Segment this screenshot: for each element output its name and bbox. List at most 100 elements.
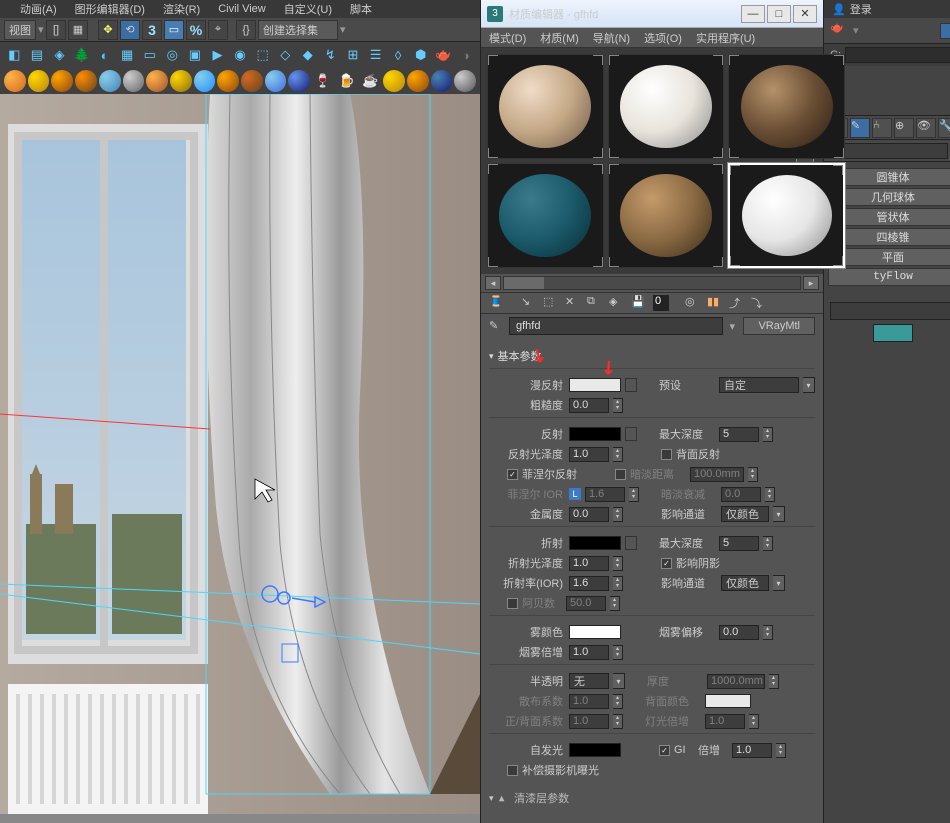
coffee-icon[interactable]: ☕ (360, 70, 382, 92)
menu-customize[interactable]: 自定义(U) (284, 1, 332, 17)
shelf-icon[interactable]: ▦ (117, 44, 138, 66)
shelf-icon[interactable]: ◐ (94, 44, 115, 66)
menu-graphics-editor[interactable]: 图形编辑器(D) (75, 1, 145, 17)
roughness-spinner[interactable]: 0.0 (569, 398, 609, 413)
spinner-arrows[interactable]: ▴▾ (613, 447, 623, 462)
self-illum-mult-spinner[interactable]: 1.0 (732, 743, 772, 758)
display-tab-icon[interactable]: 👁 (916, 118, 936, 138)
menu-mode[interactable]: 模式(D) (489, 30, 526, 46)
tool-grid-icon[interactable]: ▦ (68, 20, 88, 40)
shelf-icon[interactable]: ☰ (365, 44, 386, 66)
object-type-button[interactable]: 几何球体 (828, 188, 950, 206)
menu-civil-view[interactable]: Civil View (218, 3, 265, 15)
menu-animation[interactable]: 动画(A) (20, 1, 57, 17)
refract-map-slot[interactable] (625, 536, 637, 550)
put-to-lib-icon[interactable]: 💾 (631, 295, 647, 311)
shelf-icon[interactable]: ▭ (139, 44, 160, 66)
snap-tool-icon[interactable]: ⌖ (208, 20, 228, 40)
scroll-track[interactable] (503, 276, 801, 290)
diffuse-map-slot[interactable] (625, 378, 637, 392)
affect-channel-dropdown[interactable]: 仅颜色 (721, 506, 769, 522)
self-illum-swatch[interactable] (569, 743, 621, 757)
spinner-arrows[interactable]: ▴▾ (613, 507, 623, 522)
object-type-button[interactable]: 四棱锥 (828, 228, 950, 246)
dropdown-arrow-icon[interactable]: ▾ (803, 377, 815, 393)
orb-icon[interactable] (194, 70, 216, 92)
object-type-button[interactable]: 圆锥体 (828, 168, 950, 186)
object-type-button[interactable]: tyFlow (828, 268, 950, 286)
select-tool-icon[interactable]: ▭ (164, 20, 184, 40)
maxdepth-spinner[interactable]: 5 (719, 427, 759, 442)
material-slot-4[interactable] (487, 163, 604, 268)
translucency-dropdown[interactable]: 无 (569, 673, 609, 689)
wine-icon[interactable]: 🍷 (312, 70, 334, 92)
material-type-button[interactable]: VRayMtl (743, 317, 815, 335)
spinner-arrows[interactable]: ▴▾ (613, 398, 623, 413)
orb-icon[interactable] (431, 70, 453, 92)
orb-icon[interactable] (4, 70, 26, 92)
spinner-arrows[interactable]: ▴▾ (763, 427, 773, 442)
go-forward-icon[interactable]: ⤵ (751, 295, 767, 311)
show-end-result-icon[interactable]: ▮▮ (707, 295, 723, 311)
mat-id-icon[interactable]: 0 (653, 295, 669, 311)
eyedropper-icon[interactable]: ✎ (489, 319, 503, 333)
material-slot-3[interactable] (728, 54, 845, 159)
orb-icon[interactable] (75, 70, 97, 92)
scroll-left-icon[interactable]: ◂ (485, 276, 501, 290)
compensate-checkbox[interactable] (507, 765, 518, 776)
percent-tool-icon[interactable]: % (186, 20, 206, 40)
reflect-map-slot[interactable] (625, 427, 637, 441)
fog-color-swatch[interactable] (569, 625, 621, 639)
preset-dropdown[interactable]: 自定 (719, 377, 799, 393)
fresnel-checkbox[interactable]: ✓ (507, 469, 518, 480)
orb-icon[interactable] (170, 70, 192, 92)
material-editor-titlebar[interactable]: 3 材质编辑器 - gfhfd — □ ✕ (481, 0, 823, 28)
orb-icon[interactable] (99, 70, 121, 92)
backface-reflect-checkbox[interactable] (661, 449, 672, 460)
section-coat[interactable]: ▸ 清漆层参数 (489, 790, 815, 806)
material-slot-1[interactable] (487, 54, 604, 159)
rotate-tool-icon[interactable]: ⟲ (120, 20, 140, 40)
menu-navigation[interactable]: 导航(N) (593, 30, 630, 46)
shelf-icon[interactable]: ◉ (230, 44, 251, 66)
shelf-icon[interactable]: ◈ (49, 44, 70, 66)
orb-icon[interactable] (28, 70, 50, 92)
close-button[interactable]: ✕ (793, 5, 817, 23)
shelf-icon[interactable]: ⊞ (343, 44, 364, 66)
shelf-icon[interactable]: ◎ (162, 44, 183, 66)
shelf-teapot-icon[interactable]: 🫖 (433, 44, 454, 66)
make-copy-icon[interactable]: ⧉ (587, 295, 603, 311)
affect-shadows-checkbox[interactable]: ✓ (661, 558, 672, 569)
make-unique-icon[interactable]: ◈ (609, 295, 625, 311)
shelf-icon[interactable]: ◊ (388, 44, 409, 66)
menu-material[interactable]: 材质(M) (540, 30, 579, 46)
viewport[interactable] (0, 94, 480, 823)
go-parent-icon[interactable]: ⤴ (729, 295, 745, 311)
modify-tab-icon[interactable]: ✎ (850, 118, 870, 138)
teapot-render-icon[interactable]: 🫖 (830, 21, 850, 41)
spinner-arrows[interactable]: ▴▾ (763, 625, 773, 640)
orb-icon[interactable] (146, 70, 168, 92)
category-dropdown[interactable] (830, 143, 948, 159)
shelf-icon[interactable]: ⬢ (410, 44, 431, 66)
refract-color-swatch[interactable] (569, 536, 621, 550)
diffuse-color-swatch[interactable] (569, 378, 621, 392)
shelf-icon[interactable]: ◇ (275, 44, 296, 66)
right-path-input[interactable] (845, 47, 950, 63)
braces-tool-icon[interactable]: {} (236, 20, 256, 40)
material-name-input[interactable]: gfhfd (509, 317, 723, 335)
object-color-swatch[interactable] (873, 324, 913, 342)
minimize-button[interactable]: — (741, 5, 765, 23)
motion-tab-icon[interactable]: ⊕ (894, 118, 914, 138)
spinner-arrows[interactable]: ▴▾ (613, 645, 623, 660)
spinner-arrows[interactable]: ▴▾ (613, 576, 623, 591)
reset-map-icon[interactable]: ✕ (565, 295, 581, 311)
object-type-button[interactable]: 管状体 (828, 208, 950, 226)
utilities-tab-icon[interactable]: 🔧 (938, 118, 950, 138)
dropdown-arrow-icon[interactable]: ▾ (773, 506, 785, 522)
orb-icon[interactable] (383, 70, 405, 92)
lock-ior-icon[interactable]: L (569, 488, 581, 500)
refr-affect-channel-dropdown[interactable]: 仅颜色 (721, 575, 769, 591)
selection-set-dropdown[interactable]: 创建选择集 (258, 20, 338, 40)
menu-render[interactable]: 渲染(R) (163, 1, 200, 17)
